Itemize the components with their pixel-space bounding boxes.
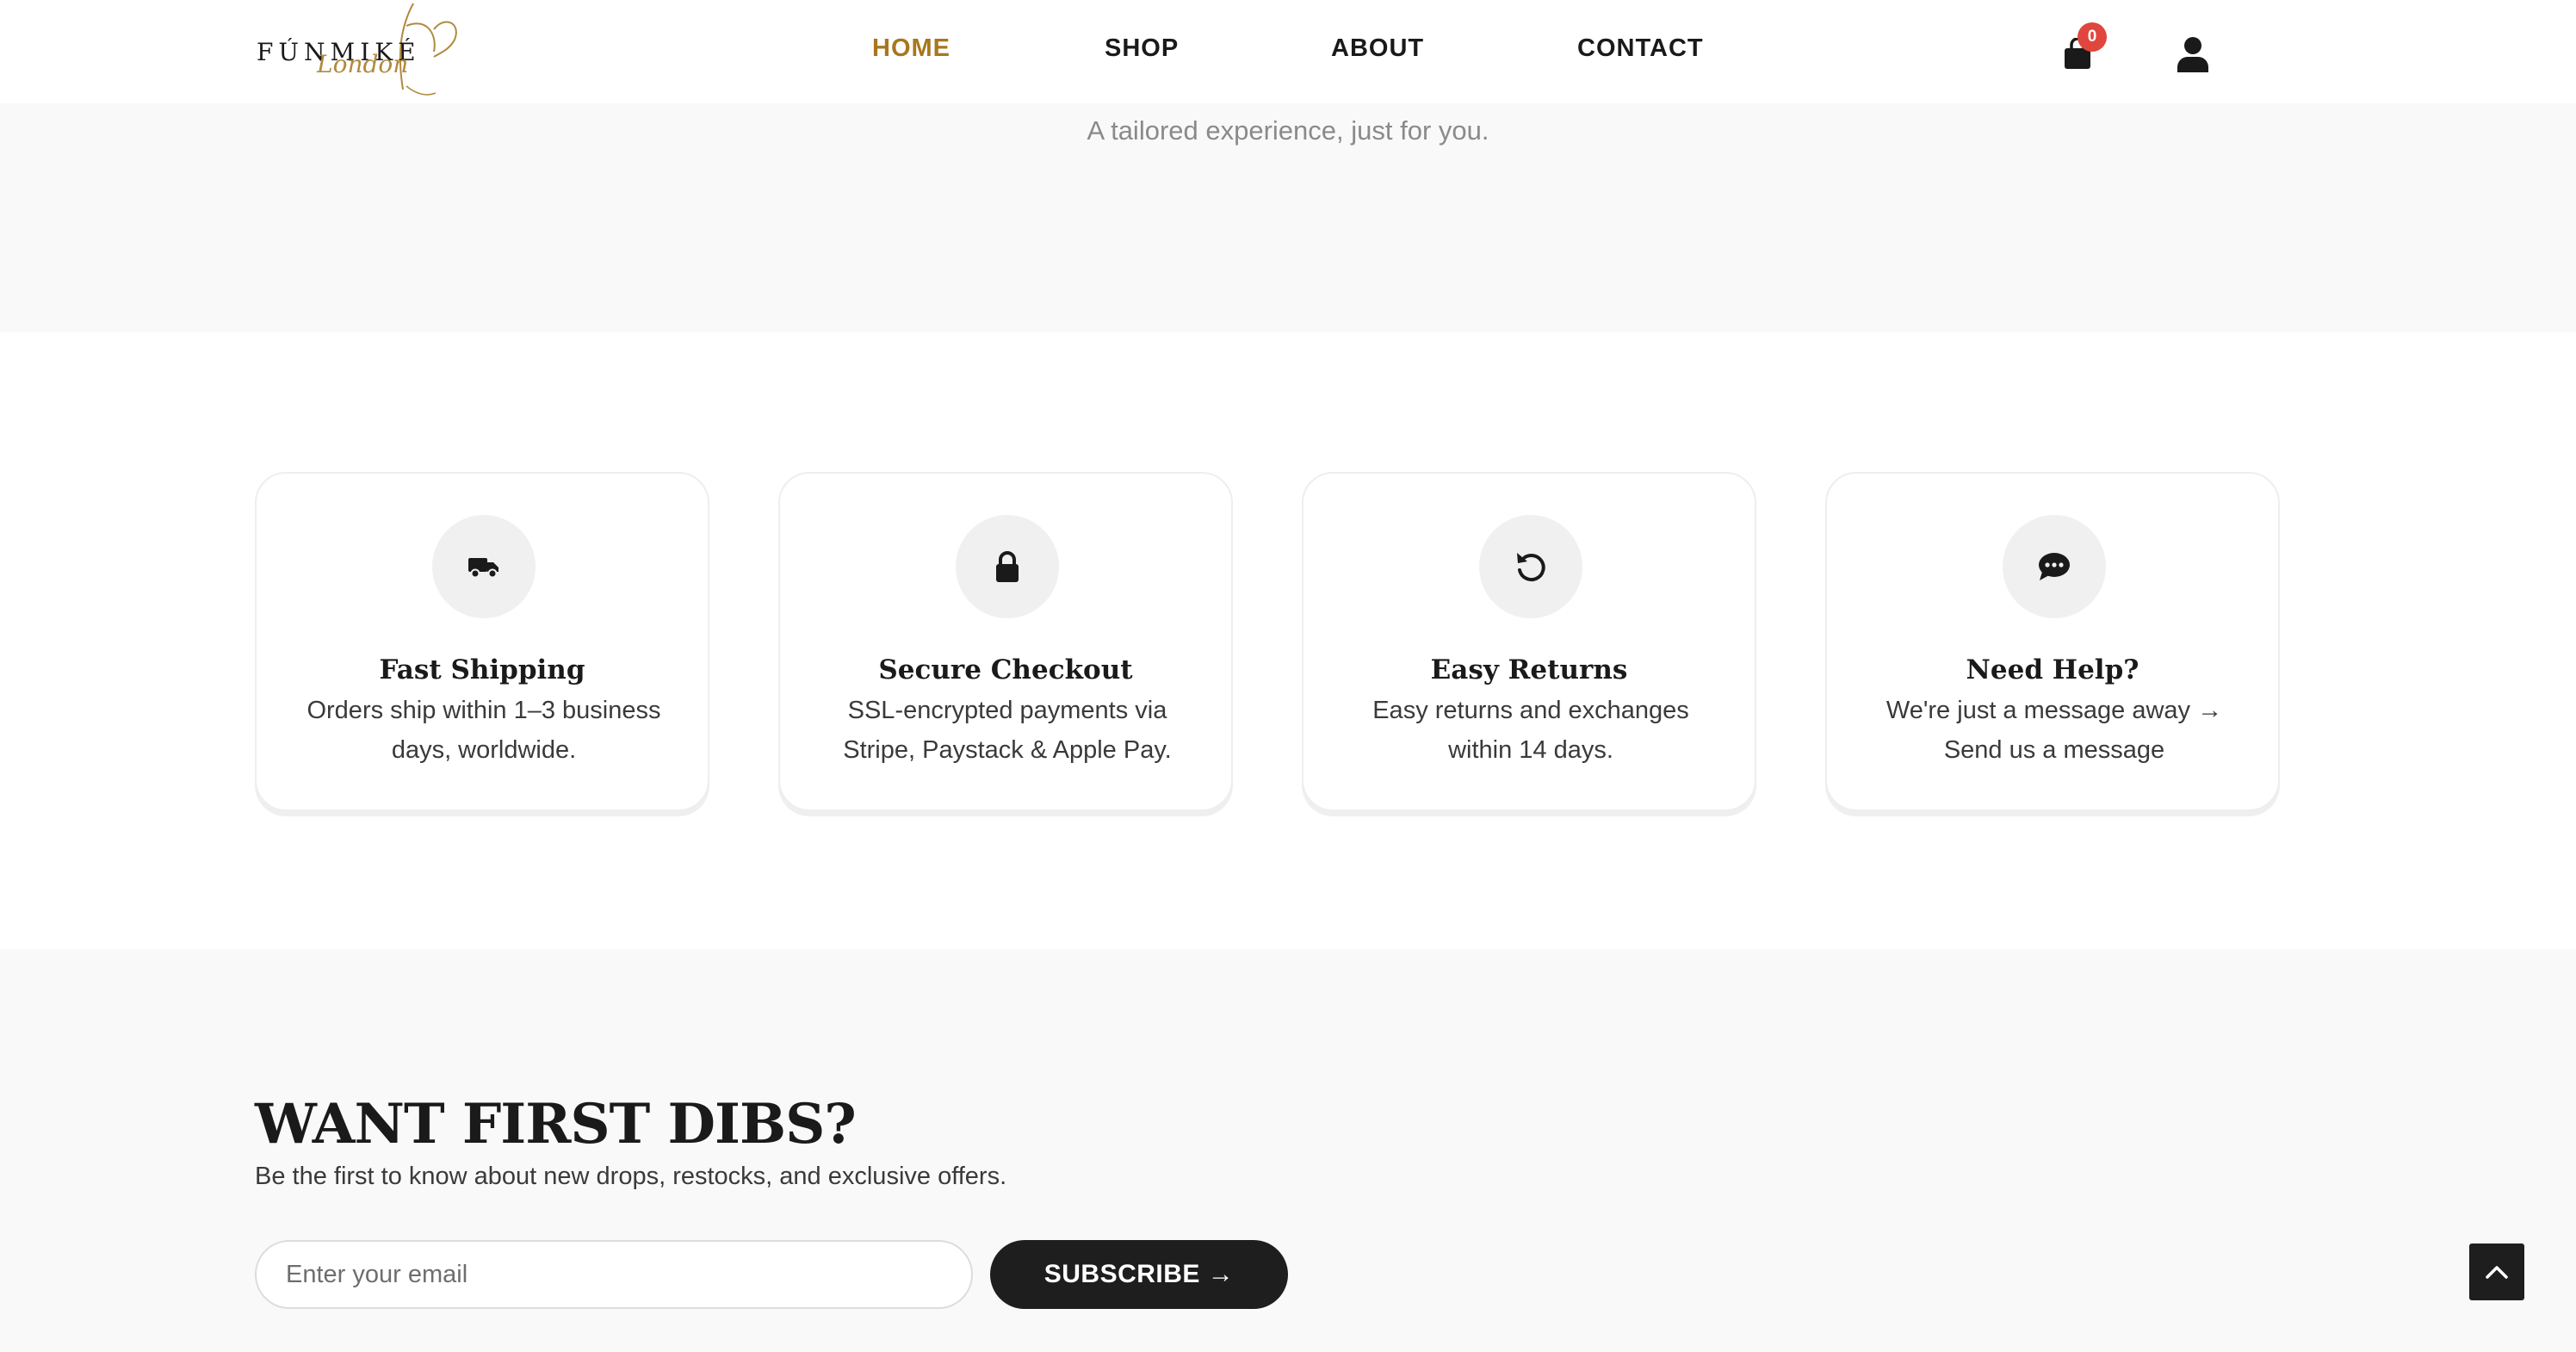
- feature-icon-circle: [2003, 515, 2106, 618]
- feature-description: Easy returns and exchanges within 14 day…: [1372, 697, 1689, 764]
- hero-section: A tailored experience, just for you.: [0, 103, 2576, 332]
- subscribe-button[interactable]: SUBSCRIBE →: [990, 1240, 1288, 1309]
- rotate-left-icon: [1517, 553, 1545, 582]
- email-input[interactable]: [255, 1240, 973, 1309]
- feature-description: Orders ship within 1–3 business days, wo…: [307, 697, 661, 764]
- feature-title: Need Help?: [1966, 654, 2139, 685]
- nav-about[interactable]: ABOUT: [1331, 34, 1424, 63]
- user-icon: [2177, 37, 2208, 72]
- feature-icon-circle: [432, 515, 536, 618]
- newsletter-section: WANT FIRST DIBS? Be the first to know ab…: [0, 949, 2576, 1352]
- account-button[interactable]: [2177, 36, 2209, 72]
- nav-shop[interactable]: SHOP: [1105, 34, 1179, 63]
- hero-subtitle: A tailored experience, just for you.: [1087, 115, 1489, 146]
- feature-title: Easy Returns: [1430, 654, 1628, 685]
- nav-home[interactable]: HOME: [872, 34, 951, 63]
- feature-icon-circle: [956, 515, 1059, 618]
- feature-title: Fast Shipping: [379, 654, 585, 685]
- feature-card-help: Need Help? We're just a message away → S…: [1825, 472, 2280, 811]
- newsletter-title: WANT FIRST DIBS?: [255, 1092, 857, 1157]
- feature-title: Secure Checkout: [878, 654, 1133, 685]
- back-to-top-button[interactable]: [2469, 1243, 2524, 1300]
- newsletter-subtitle: Be the first to know about new drops, re…: [255, 1163, 1007, 1190]
- feature-description: SSL-encrypted payments via Stripe, Payst…: [843, 697, 1172, 764]
- cart-count-badge: 0: [2078, 22, 2107, 52]
- truck-icon: [468, 558, 498, 579]
- feature-icon-circle: [1479, 515, 1582, 618]
- chevron-up-icon: [2486, 1266, 2508, 1279]
- lock-icon: [996, 551, 1019, 582]
- site-header: FÚNMIKÉ London HOME SHOP ABOUT CONTACT 0: [0, 0, 2576, 103]
- chat-icon: [2039, 553, 2070, 580]
- nav-contact[interactable]: CONTACT: [1577, 34, 1704, 63]
- features-section: Fast Shipping Orders ship within 1–3 bus…: [0, 332, 2576, 949]
- feature-card-checkout: Secure Checkout SSL-encrypted payments v…: [778, 472, 1233, 811]
- feature-card-returns: Easy Returns Easy returns and exchanges …: [1302, 472, 1756, 811]
- feature-card-shipping: Fast Shipping Orders ship within 1–3 bus…: [255, 472, 709, 811]
- feature-description[interactable]: We're just a message away → Send us a me…: [1861, 691, 2247, 770]
